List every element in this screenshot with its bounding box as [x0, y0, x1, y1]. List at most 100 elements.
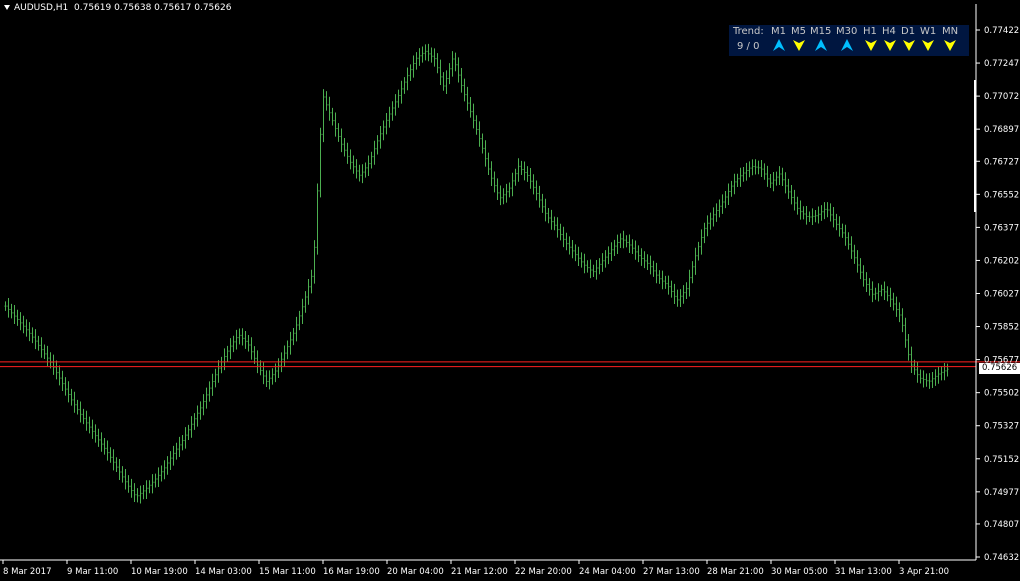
ohlc-bar — [541, 193, 544, 213]
y-tick-label: 0.76552 — [984, 190, 1019, 200]
ohlc-bar — [202, 394, 205, 416]
ohlc-bar — [241, 328, 244, 346]
ohlc-bar — [904, 317, 907, 348]
ohlc-bar — [313, 240, 316, 284]
symbol-name: AUDUSD,H1 — [14, 3, 69, 13]
ohlc-bar — [67, 381, 70, 403]
ohlc-bar — [901, 308, 904, 333]
ohlc-bar — [424, 44, 427, 61]
ohlc-bar — [598, 258, 601, 275]
ohlc-bar — [391, 101, 394, 121]
ohlc-bar — [874, 287, 877, 300]
ohlc-bar — [139, 485, 142, 504]
ohlc-bar — [526, 166, 529, 182]
ohlc-bar — [364, 162, 367, 178]
ohlc-bar — [667, 275, 670, 295]
ohlc-bar — [805, 205, 808, 225]
ohlc-bar — [763, 163, 766, 180]
ohlc-bar — [379, 125, 382, 149]
ohlc-bar — [352, 155, 355, 174]
ohlc-bar — [277, 358, 280, 379]
ohlc-bar — [469, 97, 472, 118]
ohlc-bar — [433, 48, 436, 67]
y-tick-label: 0.74807 — [984, 520, 1019, 530]
ohlc-bar — [820, 205, 823, 221]
ohlc-values: 0.75619 0.75638 0.75617 0.75626 — [74, 3, 232, 13]
ohlc-bar — [517, 158, 520, 182]
ohlc-bars — [4, 43, 949, 504]
ohlc-bar — [490, 161, 493, 186]
x-tick-label: 9 Mar 11:00 — [67, 567, 118, 577]
ohlc-bar — [811, 208, 814, 226]
ohlc-bar — [289, 331, 292, 355]
ohlc-bar — [172, 445, 175, 466]
ohlc-bar — [940, 365, 943, 381]
timeframe-label-m30: M30 — [836, 26, 858, 37]
ohlc-bar — [460, 67, 463, 93]
ohlc-bar — [646, 254, 649, 271]
ohlc-bar — [97, 428, 100, 447]
ohlc-bar — [802, 206, 805, 220]
axes — [0, 4, 977, 561]
ohlc-bar — [220, 356, 223, 374]
ohlc-bar — [592, 264, 595, 278]
ohlc-bar — [631, 239, 634, 255]
trend-up-arrow-icon — [841, 39, 853, 51]
ohlc-bar — [130, 478, 133, 498]
timeframe-label-d1: D1 — [901, 26, 916, 37]
x-tick-label: 20 Mar 04:00 — [387, 567, 444, 577]
ohlc-bar — [715, 203, 718, 222]
ohlc-bar — [877, 283, 880, 302]
ohlc-bar — [640, 248, 643, 266]
ohlc-bar — [193, 413, 196, 430]
y-tick-label: 0.74632 — [984, 553, 1019, 563]
ohlc-bar — [160, 465, 163, 482]
dropdown-triangle-icon[interactable] — [4, 5, 10, 10]
ohlc-bar — [817, 206, 820, 224]
ohlc-bar — [568, 236, 571, 255]
y-tick-label: 0.76377 — [984, 223, 1019, 233]
ohlc-bar — [421, 46, 424, 63]
ohlc-bar — [445, 70, 448, 95]
symbol-header[interactable]: AUDUSD,H1 0.75619 0.75638 0.75617 0.7562… — [4, 3, 231, 13]
ohlc-bar — [382, 120, 385, 141]
ohlc-bar — [796, 196, 799, 215]
ohlc-bar — [451, 51, 454, 77]
ohlc-bar — [184, 427, 187, 449]
ohlc-bar — [511, 172, 514, 197]
ohlc-bar — [565, 232, 568, 251]
ohlc-bar — [547, 208, 550, 224]
ohlc-bar — [103, 437, 106, 455]
ohlc-bar — [28, 322, 31, 342]
ohlc-bar — [910, 346, 913, 373]
ohlc-bar — [85, 410, 88, 431]
ohlc-bar — [25, 319, 28, 337]
ohlc-bar — [214, 368, 217, 388]
ohlc-bar — [358, 164, 361, 182]
trend-down-arrow-icon — [865, 40, 877, 51]
ohlc-bar — [550, 209, 553, 230]
x-tick-label: 31 Mar 13:00 — [835, 567, 892, 577]
ohlc-bar — [892, 292, 895, 311]
trend-down-arrow-icon — [903, 40, 915, 51]
chart-canvas[interactable]: 0.77422 0.77247 0.77072 0.76897 0.76727 0.765… — [0, 0, 1020, 581]
ohlc-bar — [283, 345, 286, 367]
ohlc-bar — [154, 473, 157, 488]
x-tick-label: 14 Mar 03:00 — [195, 567, 252, 577]
ohlc-bar — [64, 377, 67, 396]
ohlc-bar — [520, 160, 523, 175]
ohlc-bar — [793, 189, 796, 211]
ohlc-bar — [937, 366, 940, 384]
ohlc-bar — [286, 340, 289, 360]
ohlc-bar — [7, 298, 10, 318]
ohlc-bar — [73, 391, 76, 413]
ohlc-bar — [316, 183, 319, 255]
x-tick-label: 21 Mar 12:00 — [451, 567, 508, 577]
ohlc-bar — [808, 211, 811, 222]
ohlc-bar — [295, 316, 298, 342]
ohlc-bar — [865, 272, 868, 292]
ohlc-bar — [190, 416, 193, 438]
ohlc-bar — [181, 435, 184, 451]
ohlc-bar — [856, 250, 859, 273]
ohlc-bar — [493, 171, 496, 193]
